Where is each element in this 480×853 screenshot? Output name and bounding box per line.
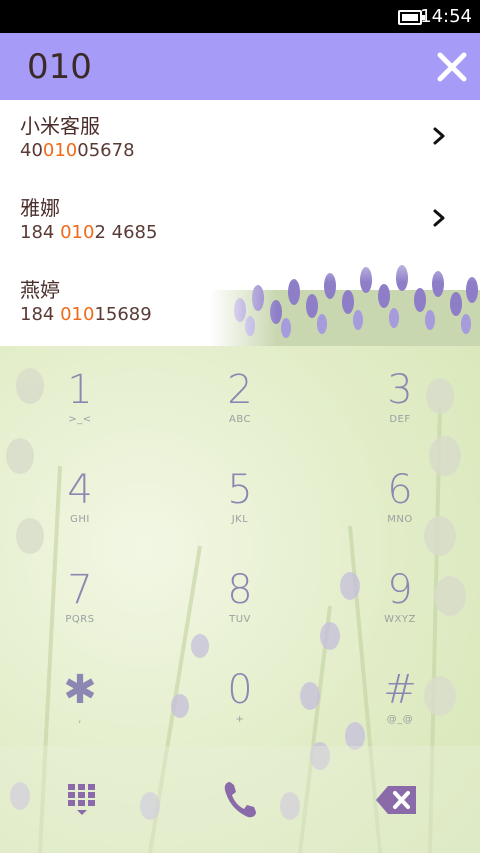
phone-icon[interactable]: [216, 776, 264, 824]
key-5[interactable]: 5 JKL: [180, 446, 300, 546]
chevron-right-icon[interactable]: [432, 208, 446, 228]
keypad-grid-icon[interactable]: [58, 776, 106, 824]
dialer-action-bar: [0, 746, 480, 853]
close-icon[interactable]: [432, 47, 472, 87]
key-hash[interactable]: # @_@: [340, 646, 460, 746]
key-7[interactable]: 7 PQRS: [20, 546, 140, 646]
dialed-number[interactable]: 010: [27, 47, 92, 87]
contact-number: 4001005678: [20, 140, 135, 161]
key-1[interactable]: 1 >_<: [20, 346, 140, 446]
backspace-icon[interactable]: [374, 776, 422, 824]
contact-row[interactable]: 小米客服 4001005678: [0, 100, 480, 182]
contact-row[interactable]: 燕婷 184 01015689: [0, 264, 480, 346]
contact-number: 184 01015689: [20, 304, 152, 325]
key-3[interactable]: 3 DEF: [340, 346, 460, 446]
key-0[interactable]: 0 +: [180, 646, 300, 746]
battery-icon: [398, 10, 425, 25]
status-bar: 14:54: [0, 0, 480, 33]
key-9[interactable]: 9 WXYZ: [340, 546, 460, 646]
key-6[interactable]: 6 MNO: [340, 446, 460, 546]
chevron-right-icon[interactable]: [432, 126, 446, 146]
contact-number: 184 0102 4685: [20, 222, 158, 243]
key-star[interactable]: ✱,: [20, 646, 140, 746]
contact-name: 小米客服: [20, 114, 100, 138]
contact-name: 雅娜: [20, 196, 60, 220]
key-4[interactable]: 4 GHI: [20, 446, 140, 546]
dial-pad: 1 >_< 2 ABC 3 DEF 4 GHI 5 JKL 6 MNO 7 PQRS 8 TUV…: [0, 346, 480, 853]
contact-name: 燕婷: [20, 278, 60, 302]
search-results: 小米客服 4001005678 雅娜 184 0102 4685 燕婷 184 …: [0, 100, 480, 346]
dialer-header: 010: [0, 33, 480, 100]
key-8[interactable]: 8 TUV: [180, 546, 300, 646]
key-2[interactable]: 2 ABC: [180, 346, 300, 446]
status-time: 14:54: [420, 6, 472, 27]
contact-row[interactable]: 雅娜 184 0102 4685: [0, 182, 480, 264]
